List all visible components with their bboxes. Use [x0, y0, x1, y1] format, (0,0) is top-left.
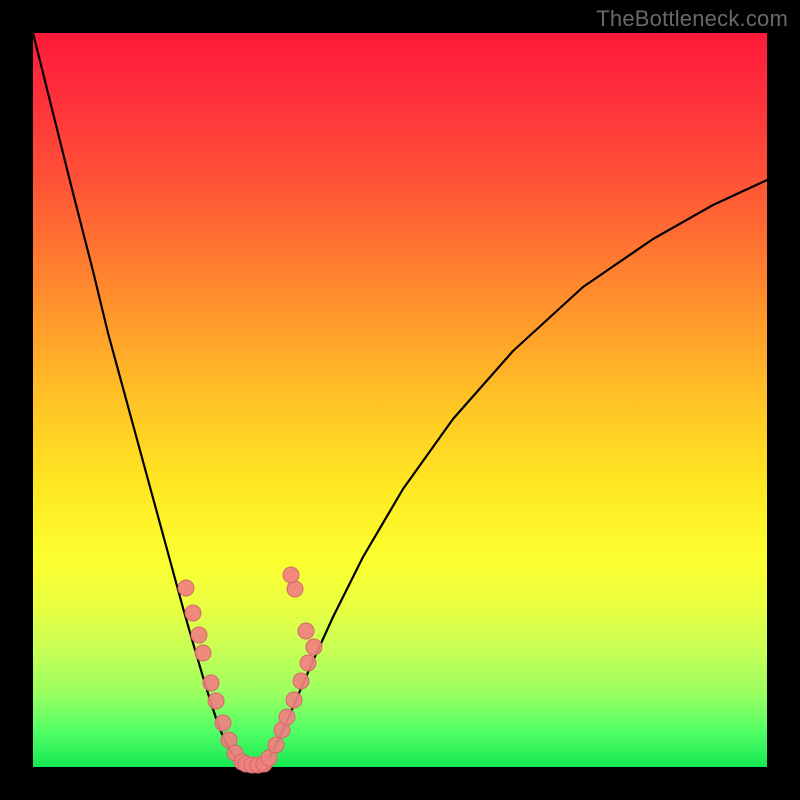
data-dot	[191, 627, 207, 643]
data-dot	[293, 673, 309, 689]
data-dot	[287, 581, 303, 597]
data-dot	[195, 645, 211, 661]
gradient-plot-area	[33, 33, 767, 767]
dots-group	[178, 567, 322, 773]
right-curve	[263, 180, 767, 766]
chart-frame: TheBottleneck.com	[0, 0, 800, 800]
data-dot	[185, 605, 201, 621]
data-dot	[208, 693, 224, 709]
data-dot	[306, 639, 322, 655]
data-dot	[178, 580, 194, 596]
data-dot	[300, 655, 316, 671]
left-curve	[33, 33, 246, 766]
curve-layer	[33, 33, 767, 767]
data-dot	[203, 675, 219, 691]
data-dot	[279, 709, 295, 725]
data-dot	[283, 567, 299, 583]
data-dot	[215, 715, 231, 731]
data-dot	[268, 737, 284, 753]
watermark-text: TheBottleneck.com	[596, 6, 788, 32]
data-dot	[286, 692, 302, 708]
curve-group	[33, 33, 767, 767]
data-dot	[298, 623, 314, 639]
